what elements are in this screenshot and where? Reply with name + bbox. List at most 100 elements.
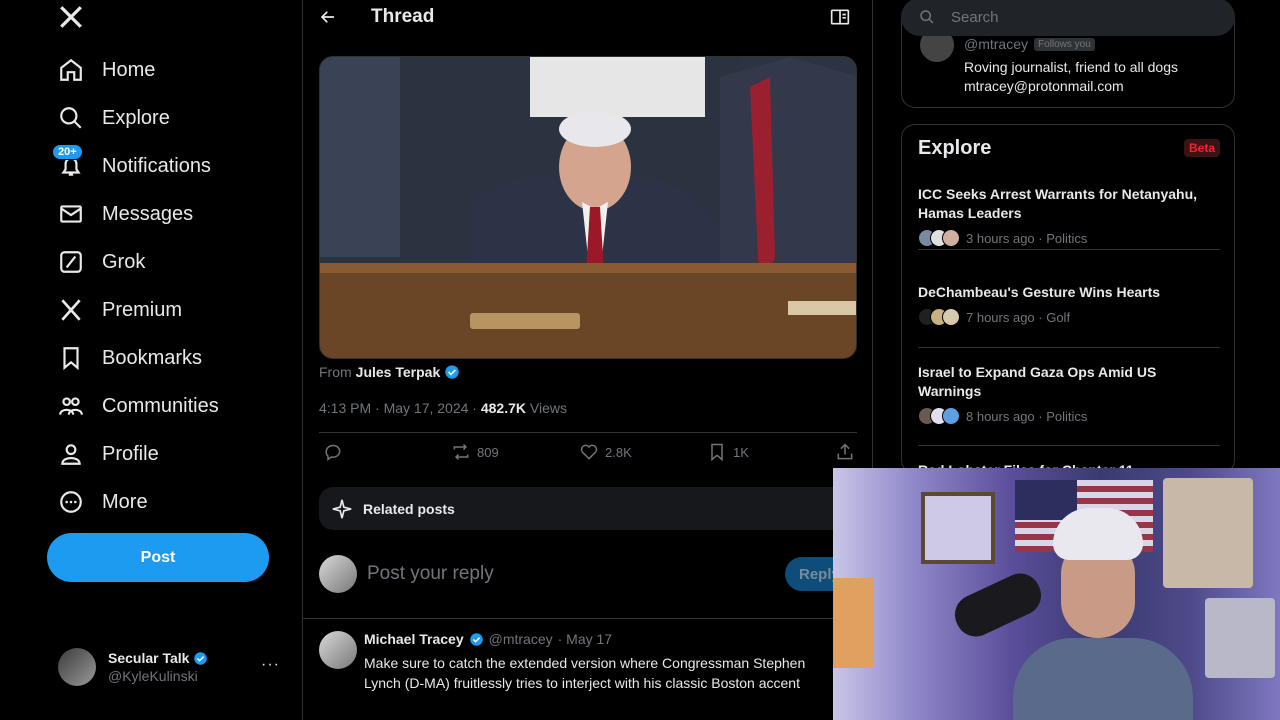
search-icon (60, 107, 82, 129)
like-count: 2.8K (605, 444, 632, 460)
envelope-icon (60, 205, 82, 223)
reply-date[interactable]: · May 17 (558, 631, 612, 647)
post-meta: 4:13 PM · May 17, 2024 · 482.7K Views (319, 400, 567, 416)
repost-action[interactable]: 809 (451, 442, 499, 462)
sidebar-item-messages[interactable]: Messages (58, 190, 219, 238)
avatar-stack (918, 308, 960, 326)
person-icon (61, 444, 81, 465)
sidebar-item-more[interactable]: More (58, 478, 219, 526)
sidebar-item-label: Profile (102, 442, 159, 465)
video-frame (320, 57, 856, 358)
related-posts-label: Related posts (363, 500, 455, 517)
heart-icon (580, 444, 598, 460)
sidebar-item-explore[interactable]: Explore (58, 94, 219, 142)
sidebar-nav: Home Explore 20+ Notifications Messages … (52, 46, 219, 526)
explore-headline: DeChambeau's Gesture Wins Hearts (918, 284, 1161, 300)
bookmark-count: 1K (733, 444, 749, 460)
bookmark-icon (63, 347, 79, 371)
explore-meta: 3 hours ago · Politics (966, 230, 1088, 246)
x-logo-icon[interactable] (58, 4, 86, 32)
account-name: Secular Talk (108, 650, 190, 666)
webcam-play-button-plaque (1163, 478, 1253, 588)
sidebar: Home Explore 20+ Notifications Messages … (0, 0, 302, 720)
reply-text: Make sure to catch the extended version … (364, 655, 806, 691)
x-logo-icon (61, 299, 81, 321)
from-prefix: From (319, 364, 352, 380)
divider (918, 445, 1220, 446)
webcam-picture-frame (921, 492, 995, 564)
reply-author-handle[interactable]: @mtracey (489, 631, 553, 647)
like-action[interactable]: 2.8K (579, 442, 632, 462)
avatar-stack (918, 407, 960, 425)
webcam-overlay (833, 468, 1280, 720)
reply-author-name[interactable]: Michael Tracey (364, 631, 464, 647)
sidebar-item-home[interactable]: Home (58, 46, 219, 94)
sidebar-item-profile[interactable]: Profile (58, 430, 219, 478)
more-dots-icon[interactable]: ··· (261, 656, 280, 674)
bio-line: Roving journalist, friend to all dogs (964, 59, 1179, 75)
home-icon (60, 58, 82, 81)
notification-count-badge: 20+ (52, 144, 83, 160)
more-circle-icon (60, 491, 82, 513)
search-bar[interactable]: Search (901, 0, 1235, 36)
account-switcher[interactable]: Secular Talk @KyleKulinski ··· (58, 644, 288, 690)
sidebar-item-label: Notifications (102, 154, 211, 177)
back-arrow-icon[interactable] (319, 8, 337, 31)
explore-meta: 8 hours ago · Politics (966, 408, 1088, 424)
comment-icon (325, 444, 341, 461)
post-actions: 809 2.8K 1K (319, 442, 857, 470)
sidebar-item-label: Messages (102, 202, 194, 225)
bio-handle[interactable]: @mtracey (964, 36, 1028, 52)
sparkle-icon (332, 499, 352, 518)
search-input[interactable]: Search (951, 9, 999, 26)
sidebar-item-communities[interactable]: Communities (58, 382, 219, 430)
post-button[interactable]: Post (47, 533, 269, 582)
webcam-person (1013, 508, 1193, 720)
bookmark-icon (711, 443, 723, 462)
sidebar-item-grok[interactable]: Grok (58, 238, 219, 286)
share-icon (837, 443, 853, 460)
related-posts-button[interactable]: Related posts (319, 487, 873, 530)
share-action[interactable] (835, 442, 855, 462)
reply-action[interactable] (323, 442, 343, 462)
avatar (58, 648, 96, 686)
grok-icon (60, 251, 82, 273)
thread-column: Thread From Jules Terpak 4:13 PM · May 1 (302, 0, 873, 720)
repost-count: 809 (477, 444, 499, 460)
divider (303, 618, 873, 619)
source-name[interactable]: Jules Terpak (356, 364, 441, 380)
sidebar-item-label: Explore (102, 106, 170, 129)
follows-you-badge: Follows you (1034, 37, 1095, 51)
avatar[interactable] (319, 631, 357, 669)
divider (918, 249, 1220, 250)
video-player[interactable] (319, 56, 857, 359)
sidebar-item-premium[interactable]: Premium (58, 286, 219, 334)
reader-mode-icon[interactable] (830, 8, 850, 31)
reply-composer[interactable]: Post your reply Reply (319, 554, 873, 594)
sidebar-item-bookmarks[interactable]: Bookmarks (58, 334, 219, 382)
avatar-stack (918, 229, 960, 247)
explore-item[interactable]: ICC Seeks Arrest Warrants for Netanyahu,… (918, 185, 1220, 247)
views-count: 482.7K (480, 400, 527, 416)
explore-title: Explore (918, 137, 992, 159)
sidebar-item-label: Communities (102, 394, 219, 417)
page-title: Thread (371, 6, 435, 27)
post-timestamp[interactable]: 4:13 PM · May 17, 2024 · (319, 400, 477, 416)
sidebar-item-notifications[interactable]: 20+ Notifications (52, 142, 219, 190)
webcam-shelf (833, 578, 873, 668)
explore-item[interactable]: Israel to Expand Gaza Ops Amid US Warnin… (918, 363, 1220, 425)
search-icon (920, 10, 934, 24)
people-icon (59, 397, 83, 415)
verified-icon (194, 651, 208, 665)
bookmark-action[interactable]: 1K (707, 442, 749, 462)
explore-headline: Israel to Expand Gaza Ops Amid US Warnin… (918, 364, 1157, 399)
views-label: Views (529, 400, 567, 416)
reply-input[interactable]: Post your reply (367, 563, 494, 585)
explore-headline: ICC Seeks Arrest Warrants for Netanyahu,… (918, 186, 1198, 221)
explore-panel: Explore Beta ICC Seeks Arrest Warrants f… (901, 124, 1235, 474)
explore-item[interactable]: DeChambeau's Gesture Wins Hearts 7 hours… (918, 283, 1220, 326)
repost-icon (453, 443, 469, 461)
divider (918, 347, 1220, 348)
bio-email[interactable]: mtracey@protonmail.com (964, 77, 1178, 96)
sidebar-item-label: Home (102, 58, 156, 81)
